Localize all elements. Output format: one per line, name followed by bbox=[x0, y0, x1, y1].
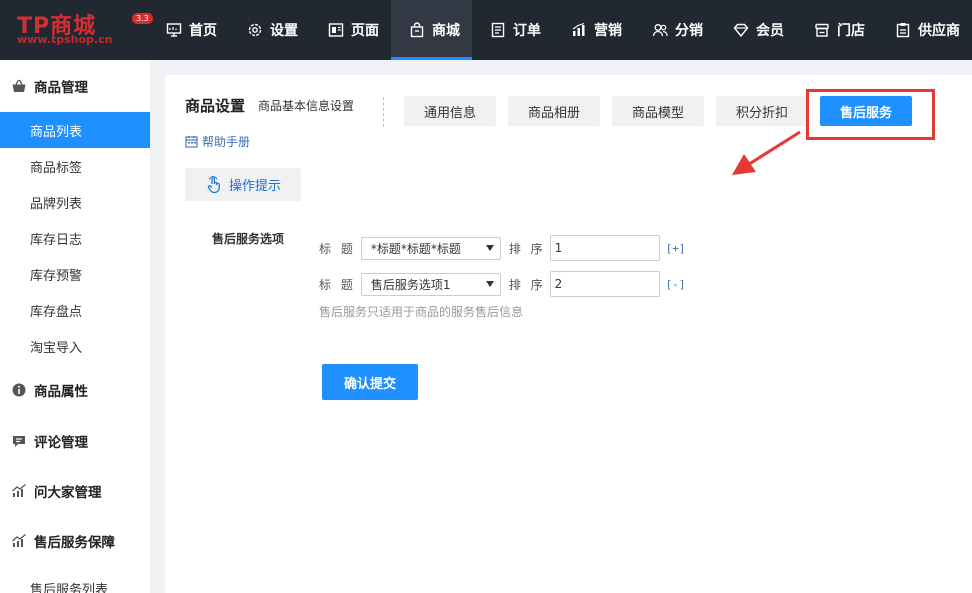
chevron-down-icon bbox=[485, 244, 494, 251]
clipboard-icon bbox=[895, 22, 911, 38]
tab-product-album[interactable]: 商品相册 bbox=[508, 96, 600, 126]
operation-tips-button[interactable]: 操作提示 bbox=[185, 168, 301, 201]
operation-tips-label: 操作提示 bbox=[228, 179, 281, 194]
main-nav: 首页 设置 页面 商城 订单 营销 分销 会员 门店 供应商 bbox=[148, 0, 972, 60]
tab-points-discount[interactable]: 积分折扣 bbox=[716, 96, 808, 126]
nav-item-orders[interactable]: 订单 bbox=[472, 0, 553, 60]
nav-label: 门店 bbox=[837, 23, 865, 39]
sidebar-item-product-tags[interactable]: 商品标签 bbox=[0, 148, 150, 184]
sort-input[interactable] bbox=[549, 271, 660, 297]
main-panel: 商品设置 商品基本信息设置 帮助手册 通用信息 商品相册 商品模型 积分折扣 售… bbox=[165, 75, 972, 593]
sidebar-group-comment-management[interactable]: 评论管理 bbox=[0, 416, 150, 466]
logo-url: www.tpshop.cn bbox=[17, 33, 113, 46]
sidebar-item-stock-log[interactable]: 库存日志 bbox=[0, 220, 150, 256]
shopping-bag-icon bbox=[409, 22, 425, 38]
nav-label: 分销 bbox=[675, 23, 703, 39]
header-divider bbox=[383, 97, 384, 127]
nav-label: 页面 bbox=[351, 23, 379, 39]
basket-icon bbox=[10, 78, 27, 95]
sidebar-item-after-sales-list[interactable]: 售后服务列表 bbox=[0, 570, 150, 593]
sidebar: 商品管理 商品列表 商品标签 品牌列表 库存日志 库存预警 库存盘点 淘宝导入 … bbox=[0, 60, 150, 593]
title-label: 标 题 bbox=[319, 277, 356, 292]
nav-label: 订单 bbox=[513, 23, 541, 39]
logo[interactable]: TP商城 3.3 www.tpshop.cn bbox=[0, 0, 153, 60]
nav-item-suppliers[interactable]: 供应商 bbox=[877, 0, 972, 60]
nav-item-distribution[interactable]: 分销 bbox=[634, 0, 715, 60]
sort-input[interactable] bbox=[549, 235, 660, 261]
sort-label: 排 序 bbox=[508, 277, 546, 292]
sidebar-group-label: 售后服务保障 bbox=[34, 535, 115, 551]
users-icon bbox=[652, 22, 668, 38]
nav-item-stores[interactable]: 门店 bbox=[796, 0, 877, 60]
sidebar-group-label: 问大家管理 bbox=[34, 485, 102, 501]
nav-item-marketing[interactable]: 营销 bbox=[553, 0, 634, 60]
nav-label: 商城 bbox=[432, 23, 460, 39]
nav-label: 首页 bbox=[189, 23, 217, 39]
order-list-icon bbox=[490, 22, 506, 38]
nav-label: 供应商 bbox=[918, 23, 960, 39]
trend-chart-icon bbox=[10, 483, 27, 500]
diamond-icon bbox=[733, 22, 749, 38]
store-icon bbox=[814, 22, 830, 38]
gear-icon bbox=[247, 22, 263, 38]
nav-label: 营销 bbox=[594, 23, 622, 39]
title-select-value: *标题*标题*标题 bbox=[370, 241, 461, 256]
after-sales-option-row: 标 题 售后服务选项1 排 序 [-] bbox=[319, 271, 686, 297]
sidebar-group-label: 商品管理 bbox=[34, 80, 88, 96]
help-label: 帮助手册 bbox=[202, 135, 251, 149]
nav-item-members[interactable]: 会员 bbox=[715, 0, 796, 60]
sort-label: 排 序 bbox=[508, 241, 546, 256]
trend-chart-icon bbox=[10, 533, 27, 550]
sidebar-item-taobao-import[interactable]: 淘宝导入 bbox=[0, 328, 150, 364]
page-layout-icon bbox=[328, 22, 344, 38]
monitor-icon bbox=[166, 22, 182, 38]
nav-label: 设置 bbox=[270, 23, 298, 39]
info-icon bbox=[10, 382, 27, 399]
sidebar-group-ask-everyone[interactable]: 问大家管理 bbox=[0, 466, 150, 516]
nav-label: 会员 bbox=[756, 23, 784, 39]
tab-general-info[interactable]: 通用信息 bbox=[404, 96, 496, 126]
title-select-value: 售后服务选项1 bbox=[370, 277, 451, 292]
sidebar-group-product-management[interactable]: 商品管理 bbox=[0, 60, 150, 112]
chevron-down-icon bbox=[485, 280, 494, 287]
sidebar-item-stock-alert[interactable]: 库存预警 bbox=[0, 256, 150, 292]
sidebar-group-after-sales[interactable]: 售后服务保障 bbox=[0, 516, 150, 566]
submit-button[interactable]: 确认提交 bbox=[322, 364, 418, 400]
sidebar-group-label: 商品属性 bbox=[34, 384, 88, 400]
help-manual-link[interactable]: 帮助手册 bbox=[185, 133, 250, 150]
title-select[interactable]: 售后服务选项1 bbox=[360, 272, 501, 296]
sidebar-group-label: 评论管理 bbox=[34, 435, 88, 451]
annotation-highlight-box bbox=[806, 89, 935, 140]
sidebar-item-brand-list[interactable]: 品牌列表 bbox=[0, 184, 150, 220]
after-sales-note: 售后服务只适用于商品的服务售后信息 bbox=[319, 305, 524, 319]
after-sales-option-row: 标 题 *标题*标题*标题 排 序 [+] bbox=[319, 235, 686, 261]
page-subtitle: 商品基本信息设置 bbox=[258, 99, 355, 113]
nav-item-pages[interactable]: 页面 bbox=[310, 0, 391, 60]
sidebar-item-product-list[interactable]: 商品列表 bbox=[0, 112, 150, 148]
calendar-icon bbox=[185, 135, 198, 148]
remove-row-button[interactable]: [-] bbox=[666, 278, 686, 291]
add-row-button[interactable]: [+] bbox=[666, 242, 686, 255]
top-navbar: TP商城 3.3 www.tpshop.cn 首页 设置 页面 商城 订单 营销… bbox=[0, 0, 972, 60]
nav-item-settings[interactable]: 设置 bbox=[229, 0, 310, 60]
page-header: 商品设置 商品基本信息设置 bbox=[185, 95, 354, 116]
tab-product-model[interactable]: 商品模型 bbox=[612, 96, 704, 126]
after-sales-options-label: 售后服务选项 bbox=[212, 232, 285, 246]
page-title: 商品设置 bbox=[185, 97, 246, 115]
title-label: 标 题 bbox=[319, 241, 356, 256]
nav-item-mall[interactable]: 商城 bbox=[391, 0, 472, 60]
bar-chart-icon bbox=[571, 22, 587, 38]
comment-icon bbox=[10, 433, 27, 450]
sidebar-group-product-attributes[interactable]: 商品属性 bbox=[0, 364, 150, 416]
nav-item-home[interactable]: 首页 bbox=[148, 0, 229, 60]
sidebar-item-stock-count[interactable]: 库存盘点 bbox=[0, 292, 150, 328]
pointer-hand-icon bbox=[205, 175, 223, 194]
title-select[interactable]: *标题*标题*标题 bbox=[360, 236, 501, 260]
